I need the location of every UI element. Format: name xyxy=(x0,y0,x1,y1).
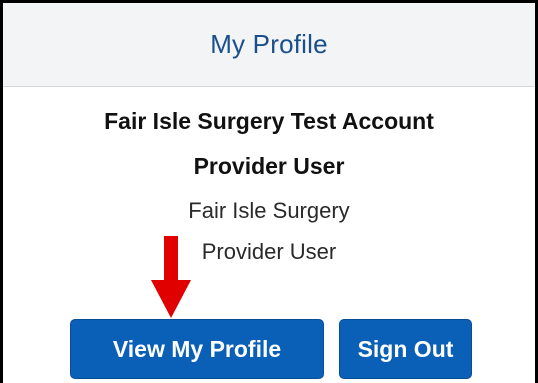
user-type: Provider User xyxy=(201,239,337,264)
account-role: Provider User xyxy=(193,153,345,179)
profile-body: Fair Isle Surgery Test Account Provider … xyxy=(3,87,535,383)
organisation-name: Fair Isle Surgery xyxy=(188,198,350,223)
profile-panel: My Profile Fair Isle Surgery Test Accoun… xyxy=(0,0,538,383)
down-arrow-icon xyxy=(151,236,191,318)
page-title: My Profile xyxy=(210,29,328,59)
account-name: Fair Isle Surgery Test Account xyxy=(104,108,434,134)
profile-header: My Profile xyxy=(3,3,535,87)
sign-out-button[interactable]: Sign Out xyxy=(339,319,472,379)
view-my-profile-button[interactable]: View My Profile xyxy=(70,319,324,379)
